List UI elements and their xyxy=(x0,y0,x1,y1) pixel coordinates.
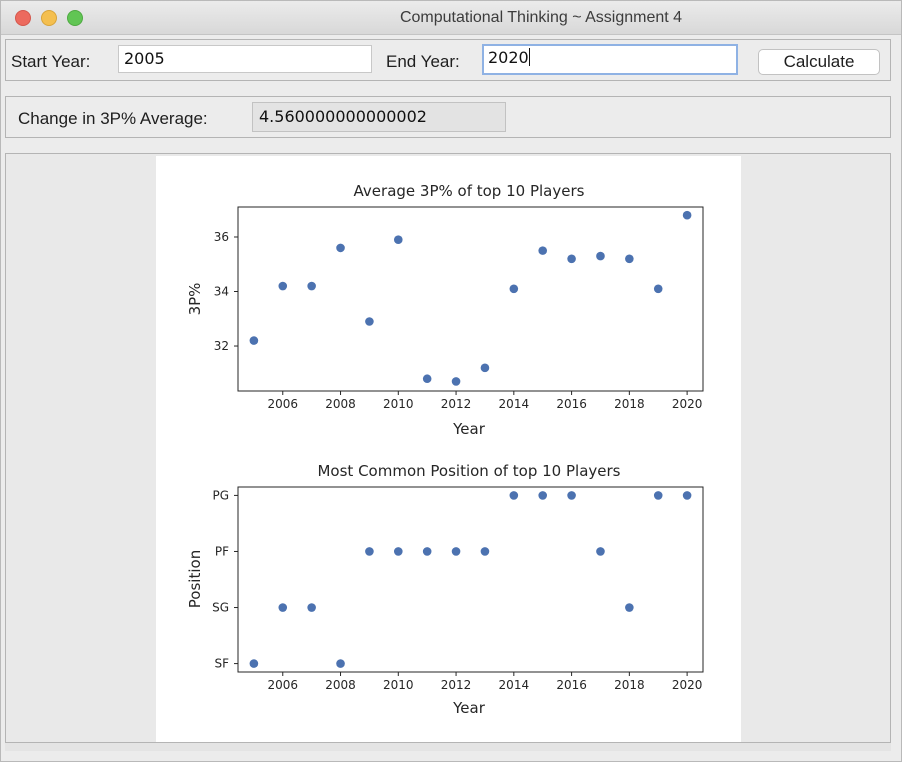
x-tick-label: 2012 xyxy=(441,397,472,411)
data-point xyxy=(278,281,288,291)
x-tick-label: 2008 xyxy=(325,678,356,692)
end-year-input[interactable]: 2020 xyxy=(482,44,738,75)
x-tick-label: 2006 xyxy=(267,678,298,692)
data-point xyxy=(682,210,692,220)
data-point xyxy=(567,491,576,500)
x-tick-label: 2018 xyxy=(614,397,645,411)
data-point xyxy=(393,235,403,245)
data-point xyxy=(509,491,519,500)
change-average-output: 4.560000000000002 xyxy=(252,102,506,132)
plot-frame: Average 3P% of top 10 Players 2006 2008 20… xyxy=(5,153,891,743)
y-tick-label: SF xyxy=(214,657,229,671)
x-tick-label: 2014 xyxy=(499,678,530,692)
data-point xyxy=(596,251,605,261)
y-axis-label: Position xyxy=(186,550,204,608)
x-tick-label: 2010 xyxy=(383,397,414,411)
data-point xyxy=(307,281,316,291)
data-point xyxy=(307,603,316,612)
data-point xyxy=(567,254,576,264)
bottom-strip xyxy=(5,743,891,751)
charts-svg: Average 3P% of top 10 Players 2006 2008 20… xyxy=(186,182,704,717)
data-point xyxy=(538,491,548,500)
y-tick-label: 32 xyxy=(214,339,229,353)
data-point xyxy=(451,377,461,386)
data-point xyxy=(336,659,345,668)
x-tick-label: 2016 xyxy=(556,397,587,411)
app-window: Computational Thinking ~ Assignment 4 St… xyxy=(0,0,902,762)
plot-axes-box xyxy=(237,486,704,673)
year-input-frame: Start Year: 2005 End Year: 2020 Calculat… xyxy=(5,39,891,81)
y-ticks: SF SG PF PG xyxy=(212,488,238,671)
data-point xyxy=(480,547,490,556)
plot-axes-box xyxy=(237,206,704,392)
x-tick-label: 2006 xyxy=(267,397,298,411)
data-point xyxy=(249,659,259,668)
zoom-window-button[interactable] xyxy=(67,10,83,26)
y-ticks: 32 34 36 xyxy=(214,230,238,353)
data-point xyxy=(682,491,692,500)
x-tick-label: 2014 xyxy=(499,397,530,411)
chart-title: Average 3P% of top 10 Players xyxy=(354,182,585,200)
y-axis-label: 3P% xyxy=(186,283,204,316)
data-point xyxy=(625,254,634,264)
data-point xyxy=(278,603,288,612)
x-tick-label: 2020 xyxy=(672,397,703,411)
end-year-label: End Year: xyxy=(386,52,460,71)
y-tick-label: PG xyxy=(212,488,229,502)
data-point xyxy=(480,363,490,373)
x-tick-label: 2008 xyxy=(325,397,356,411)
x-tick-label: 2020 xyxy=(672,678,703,692)
x-tick-label: 2016 xyxy=(556,678,587,692)
y-tick-label: 34 xyxy=(214,285,229,299)
data-point xyxy=(365,547,374,556)
data-point xyxy=(625,603,634,612)
chart-common-position: Most Common Position of top 10 Players 2… xyxy=(186,462,704,717)
data-point xyxy=(653,284,663,294)
data-point xyxy=(365,317,374,326)
data-points xyxy=(249,210,692,386)
data-point xyxy=(422,374,432,384)
end-year-value: 2020 xyxy=(488,48,529,67)
data-point xyxy=(336,243,345,253)
minimize-window-button[interactable] xyxy=(41,10,57,26)
start-year-value: 2005 xyxy=(124,49,165,68)
close-window-button[interactable] xyxy=(15,10,31,26)
chart-title: Most Common Position of top 10 Players xyxy=(317,462,620,480)
change-average-label: Change in 3P% Average: xyxy=(18,109,208,128)
x-tick-label: 2018 xyxy=(614,678,645,692)
start-year-input[interactable]: 2005 xyxy=(118,45,372,73)
chart-3p-average: Average 3P% of top 10 Players 2006 2008 20… xyxy=(186,182,704,438)
data-point xyxy=(422,547,432,556)
data-point xyxy=(653,491,663,500)
y-tick-label: PF xyxy=(215,544,229,558)
y-tick-label: 36 xyxy=(214,230,229,244)
data-point xyxy=(393,547,403,556)
x-axis-label: Year xyxy=(452,420,486,438)
text-caret xyxy=(528,48,530,66)
start-year-label: Start Year: xyxy=(11,52,91,71)
x-ticks: 2006 2008 2010 2012 2014 2016 2018 2020 xyxy=(267,391,702,411)
x-ticks: 2006 2008 2010 2012 2014 2016 2018 2020 xyxy=(267,672,702,692)
y-tick-label: SG xyxy=(212,601,229,615)
x-tick-label: 2010 xyxy=(383,678,414,692)
plot-canvas: Average 3P% of top 10 Players 2006 2008 20… xyxy=(156,156,741,742)
data-point xyxy=(451,547,461,556)
data-point xyxy=(596,547,605,556)
result-frame: Change in 3P% Average: 4.560000000000002 xyxy=(5,96,891,138)
x-axis-label: Year xyxy=(452,699,486,717)
x-tick-label: 2012 xyxy=(441,678,472,692)
window-title: Computational Thinking ~ Assignment 4 xyxy=(399,8,683,26)
data-points xyxy=(249,491,692,668)
title-bar[interactable]: Computational Thinking ~ Assignment 4 xyxy=(1,1,901,35)
data-point xyxy=(538,246,548,255)
data-point xyxy=(249,336,259,345)
data-point xyxy=(509,284,519,294)
calculate-button[interactable]: Calculate xyxy=(758,49,880,75)
